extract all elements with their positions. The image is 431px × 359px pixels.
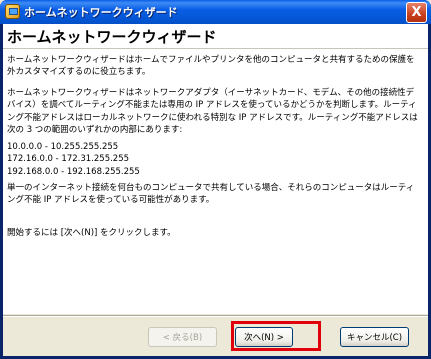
wizard-client-area: ホームネットワークウィザード ホームネットワークウィザードはホームでファイルやプ… — [3, 24, 428, 356]
back-button[interactable]: < 戻る(B) — [148, 327, 217, 347]
next-button-highlight — [231, 321, 321, 351]
window-title: ホームネットワークウィザード — [24, 6, 178, 19]
title-bar[interactable]: ホームネットワークウィザード X — [0, 0, 431, 24]
page-title: ホームネットワークウィザード — [7, 28, 217, 46]
content-panel: ホームネットワークウィザード ホームネットワークウィザードはホームでファイルやプ… — [3, 24, 428, 314]
close-button[interactable]: X — [406, 2, 427, 23]
sharing-paragraph: 単一のインターネット接続を何台ものコンピュータで共有している場合、それらのコンピ… — [7, 183, 415, 206]
address-range-item: 192.168.0.0 - 192.168.255.255 — [7, 166, 140, 177]
start-instruction: 開始するには [次へ(N)] をクリックします。 — [7, 228, 176, 238]
page-heading: ホームネットワークウィザード — [3, 24, 428, 49]
intro-paragraph: ホームネットワークウィザードはホームでファイルやプリンタを他のコンピュータと共有… — [7, 55, 415, 78]
address-range-item: 172.16.0.0 - 172.31.255.255 — [7, 154, 130, 165]
detail-paragraph: ホームネットワークウィザードはネットワークアダプタ（イーサネットカード、モデム、… — [7, 88, 418, 136]
network-wizard-icon — [5, 4, 20, 19]
address-ranges-list: 10.0.0.0 - 10.255.255.255 172.16.0.0 - 1… — [7, 141, 419, 178]
cancel-button[interactable]: キャンセル(C) — [340, 327, 409, 347]
button-divider — [3, 315, 428, 317]
wizard-window: ホームネットワークウィザード X ホームネットワークウィザード ホームネットワー… — [0, 0, 431, 359]
address-range-item: 10.0.0.0 - 10.255.255.255 — [7, 142, 119, 152]
